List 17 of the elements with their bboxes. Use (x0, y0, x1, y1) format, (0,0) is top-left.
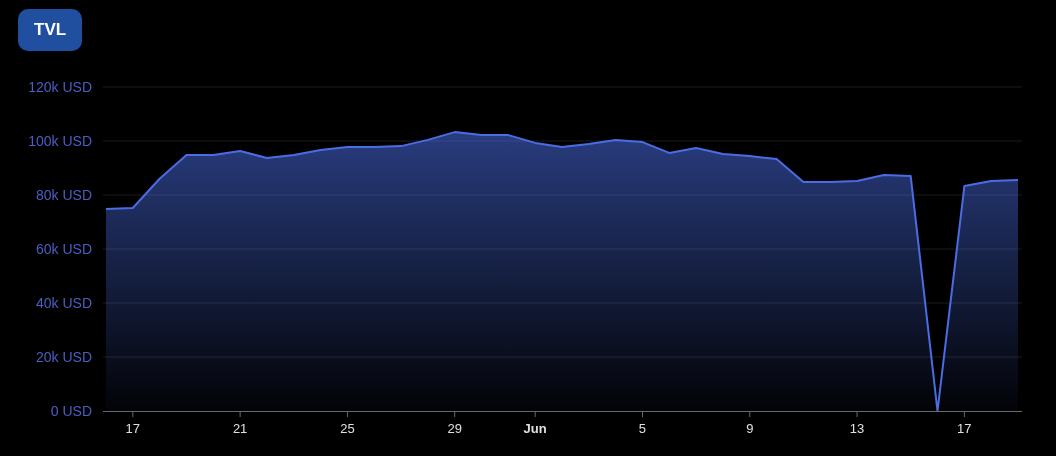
tvl-tab[interactable]: TVL (18, 9, 83, 51)
x-axis-label: Jun (523, 421, 547, 436)
x-axis-label: 13 (849, 421, 865, 436)
x-axis-label: 9 (746, 421, 754, 436)
y-axis-label: 80k USD (35, 187, 92, 203)
x-axis-label: 5 (638, 421, 647, 436)
y-axis-label: 100k USD (28, 133, 92, 149)
y-axis-label: 20k USD (35, 349, 92, 365)
x-axis-label: 21 (232, 421, 248, 436)
x-axis-label: 29 (447, 421, 462, 436)
x-axis-label: 17 (957, 421, 972, 436)
y-axis-label: 0 USD (50, 403, 92, 419)
y-axis-label: 60k USD (35, 241, 92, 257)
x-axis-label: 17 (125, 421, 141, 436)
y-axis-label: 120k USD (28, 79, 92, 95)
y-axis-label: 40k USD (35, 295, 92, 311)
x-axis-label: 25 (340, 421, 355, 436)
